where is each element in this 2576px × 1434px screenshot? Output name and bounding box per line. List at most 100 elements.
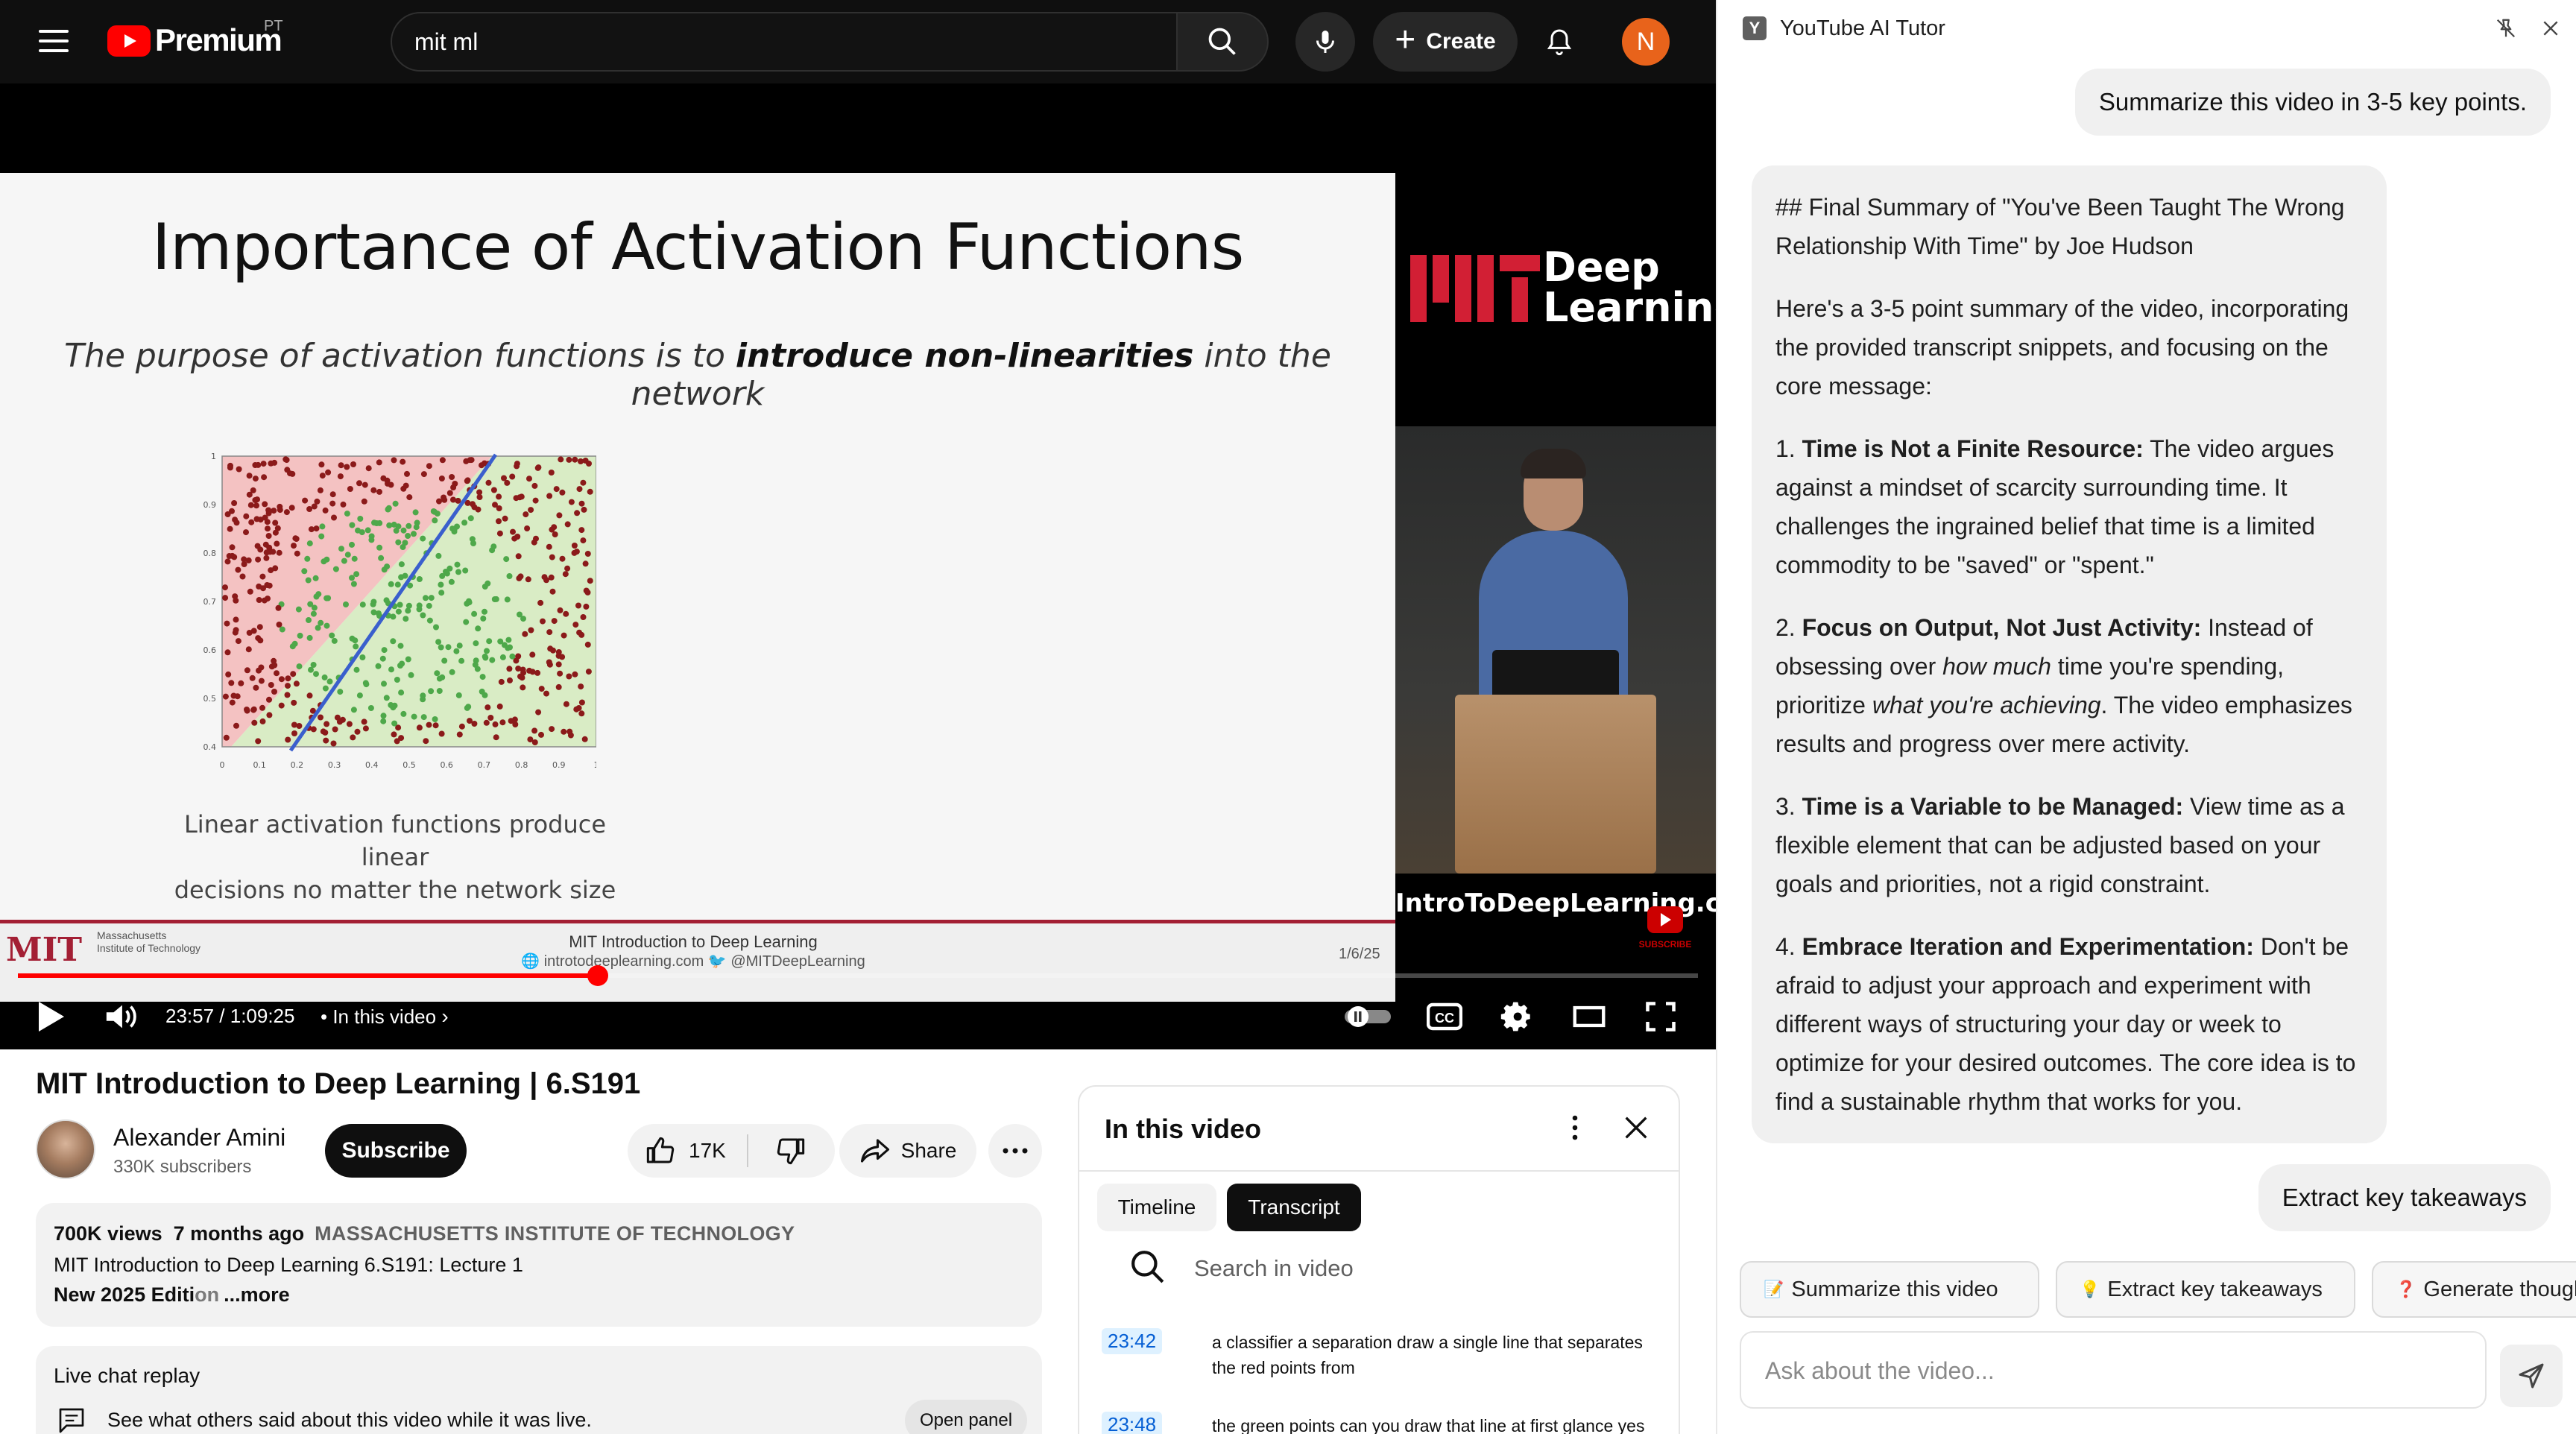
panel-menu-button[interactable]: [1556, 1109, 1594, 1146]
scatter-dot: [353, 571, 360, 578]
fullscreen-button[interactable]: [1638, 994, 1683, 1039]
scatter-dot: [256, 667, 262, 674]
scatter-dot: [398, 689, 405, 696]
ask-input[interactable]: [1765, 1352, 2466, 1389]
tab-timeline[interactable]: Timeline: [1097, 1184, 1216, 1231]
scatter-dot: [222, 584, 228, 591]
scatter-dot: [496, 703, 503, 710]
svg-text:CC: CC: [1435, 1011, 1454, 1026]
x-tick-label: 0.6: [440, 760, 453, 770]
voice-search-button[interactable]: [1295, 12, 1355, 72]
slide-scatter-plot: 0 0.1 0.2 0.3 0.4 0.5 0.6 0.7 0.8 0.9 1 0.4 0.5 0.6 0…: [203, 452, 596, 770]
premium-logo-text[interactable]: Premium: [155, 22, 282, 58]
share-button[interactable]: Share: [839, 1124, 976, 1178]
scatter-dot: [584, 641, 591, 648]
search-input[interactable]: [414, 13, 1145, 70]
time-display: 23:57 / 1:09:25: [165, 1005, 295, 1027]
scatter-dot: [426, 602, 432, 609]
scatter-dot: [493, 734, 499, 741]
autoplay-toggle[interactable]: [1342, 994, 1394, 1039]
scatter-dot: [247, 588, 253, 595]
subscribe-watermark[interactable]: SUBSCRIBE: [1638, 906, 1692, 958]
scatter-dot: [568, 499, 575, 505]
tab-transcript[interactable]: Transcript: [1227, 1184, 1361, 1231]
menu-icon[interactable]: [39, 30, 69, 52]
closed-captions-icon: CC: [1427, 1002, 1462, 1031]
search-button[interactable]: [1176, 12, 1269, 72]
scatter-dot: [272, 519, 279, 526]
tutor-close-button[interactable]: [2536, 13, 2566, 43]
scatter-dot: [323, 737, 329, 744]
more-vertical-icon: [1572, 1115, 1578, 1140]
scrubber-handle[interactable]: [587, 965, 608, 986]
volume-button[interactable]: [98, 994, 143, 1039]
play-button[interactable]: [28, 994, 73, 1039]
transcript-timestamp[interactable]: 23:48: [1102, 1412, 1163, 1434]
channel-name[interactable]: Alexander Amini: [113, 1124, 285, 1152]
scatter-dot: [411, 531, 417, 537]
channel-avatar[interactable]: [36, 1119, 95, 1179]
scatter-dot: [420, 714, 427, 721]
progress-bar[interactable]: [18, 965, 1698, 986]
scatter-dot: [578, 710, 585, 717]
settings-button[interactable]: [1494, 994, 1538, 1039]
chip-extract-takeaways[interactable]: 💡 Extract key takeaways: [2056, 1261, 2355, 1318]
dislike-button[interactable]: [748, 1124, 833, 1178]
scatter-dot: [439, 674, 446, 680]
scatter-dot: [438, 590, 445, 596]
video-player[interactable]: Importance of Activation Functions The p…: [0, 83, 1716, 1049]
scatter-dot: [575, 602, 581, 609]
show-more-link[interactable]: ...more: [224, 1283, 290, 1306]
scatter-dot: [284, 692, 291, 698]
scatter-dot: [562, 571, 569, 578]
unpin-button[interactable]: [2491, 13, 2521, 43]
scatter-dot: [533, 535, 539, 542]
scatter-dot: [317, 487, 323, 493]
chip-generate-thought[interactable]: ❓ Generate thought: [2372, 1261, 2576, 1318]
scatter-dot: [264, 582, 271, 588]
scatter-dot: [540, 618, 546, 625]
scatter-dot: [506, 666, 513, 672]
transcript-timestamp[interactable]: 23:42: [1102, 1328, 1163, 1354]
notifications-button[interactable]: [1537, 19, 1582, 64]
chapter-button[interactable]: • In this video ›: [321, 1005, 449, 1029]
ai-response-point: 2. Focus on Output, Not Just Activity: I…: [1775, 614, 2352, 757]
scatter-dot: [239, 573, 246, 580]
captions-button[interactable]: CC: [1422, 994, 1467, 1039]
scatter-dot: [449, 474, 455, 480]
channel-org-link[interactable]: MASSACHUSETTS INSTITUTE OF TECHNOLOGY: [315, 1222, 795, 1245]
account-avatar[interactable]: N: [1622, 18, 1670, 66]
scatter-dot: [585, 669, 592, 675]
scatter-dot: [268, 682, 274, 688]
scatter-dot: [325, 469, 332, 476]
description-box[interactable]: 700K views 7 months ago MASSACHUSETTS INS…: [36, 1203, 1042, 1327]
theater-mode-button[interactable]: [1567, 994, 1611, 1039]
scatter-dot: [259, 704, 265, 711]
youtube-logo-icon[interactable]: [107, 25, 151, 57]
scatter-dot: [482, 653, 488, 660]
scatter-dot: [359, 601, 366, 608]
scatter-dot: [380, 718, 387, 724]
scatter-dot: [445, 644, 452, 651]
scatter-dot: [322, 685, 329, 692]
open-panel-button[interactable]: Open panel: [905, 1400, 1027, 1434]
scatter-dot: [246, 473, 253, 479]
transcript-search-input[interactable]: [1194, 1252, 1641, 1285]
scatter-dot: [319, 523, 326, 530]
like-button[interactable]: 17K: [628, 1124, 747, 1178]
scatter-dot: [549, 726, 555, 733]
more-actions-button[interactable]: [988, 1124, 1042, 1178]
scatter-dot: [378, 555, 385, 561]
scatter-dot: [364, 527, 371, 534]
send-button[interactable]: [2500, 1345, 2563, 1407]
scatter-dot: [484, 648, 490, 654]
scatter-dot: [302, 497, 309, 504]
panel-close-button[interactable]: [1617, 1109, 1655, 1146]
chip-summarize[interactable]: 📝 Summarize this video: [1740, 1261, 2039, 1318]
create-button[interactable]: + Create: [1373, 12, 1518, 72]
subscribe-button[interactable]: Subscribe: [325, 1124, 467, 1178]
scatter-dot: [509, 473, 516, 480]
transcript-text: the green points can you draw that line …: [1212, 1416, 1645, 1434]
scatter-dot: [376, 459, 382, 466]
scatter-dot: [344, 464, 350, 470]
